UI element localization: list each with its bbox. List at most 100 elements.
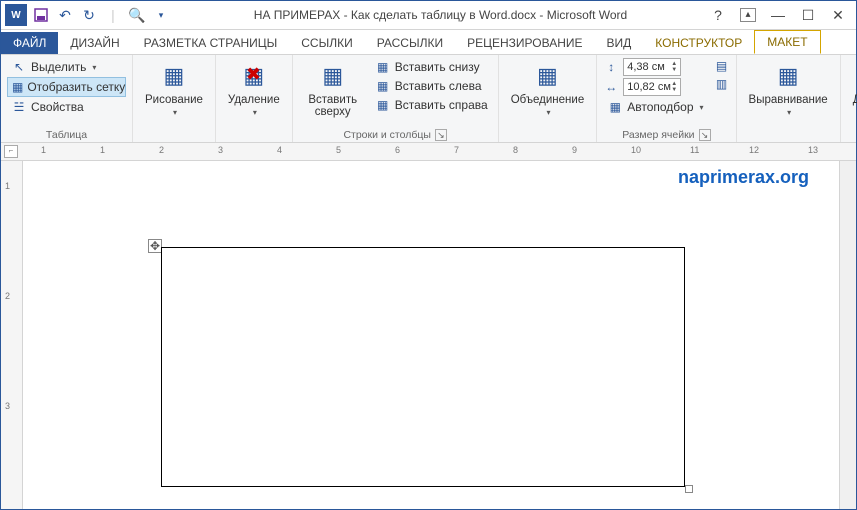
view-gridlines-button[interactable]: ▦ Отобразить сетку — [7, 77, 126, 97]
draw-button[interactable]: ▦ Рисование ▾ — [139, 58, 209, 119]
cursor-icon: ↖ — [11, 59, 27, 75]
group-size-label: Размер ячейки — [622, 129, 694, 141]
insert-left-icon: ▦ — [375, 78, 391, 94]
dialog-launcher-icon[interactable]: ↘ — [699, 129, 711, 141]
chevron-down-icon: ▾ — [546, 108, 550, 117]
ruler-tick: 12 — [749, 145, 759, 155]
insert-below-label: Вставить снизу — [395, 60, 480, 74]
ruler-tick: 11 — [690, 145, 699, 155]
chevron-down-icon: ▾ — [253, 108, 257, 117]
insert-above-button[interactable]: ▦ Вставить сверху — [299, 58, 367, 120]
insert-right-label: Вставить справа — [395, 98, 488, 112]
distribute-rows-icon[interactable]: ▤ — [714, 58, 730, 74]
window-title: НА ПРИМЕРАХ - Как сделать таблицу в Word… — [171, 8, 710, 22]
tab-file[interactable]: ФАЙЛ — [1, 32, 58, 54]
merge-button[interactable]: ▦ Объединение ▾ — [505, 58, 591, 119]
alignment-icon: ▦ — [772, 60, 804, 92]
autofit-button[interactable]: ▦ Автоподбор ▾ — [603, 98, 707, 116]
col-width-icon: ↔ — [603, 79, 619, 95]
undo-icon[interactable]: ↶ — [55, 5, 75, 25]
ruler-tick: 3 — [218, 145, 223, 155]
data-button[interactable]: ▦ Данные ▾ — [847, 58, 857, 119]
save-icon[interactable] — [31, 5, 51, 25]
tab-view[interactable]: ВИД — [595, 32, 644, 54]
width-value: 10,82 см — [627, 81, 671, 93]
tab-design[interactable]: ДИЗАЙН — [58, 32, 131, 54]
insert-below-button[interactable]: ▦ Вставить снизу — [371, 58, 492, 76]
chevron-down-icon: ▾ — [173, 108, 177, 117]
ruler-tick: 9 — [572, 145, 577, 155]
select-button[interactable]: ↖ Выделить ▾ — [7, 58, 126, 76]
group-table: ↖ Выделить ▾ ▦ Отобразить сетку ☱ Свойст… — [1, 55, 133, 142]
ribbon-collapse-icon[interactable]: ▴ — [740, 8, 756, 22]
col-width-input[interactable]: 10,82 см ▲▼ — [623, 78, 681, 96]
insert-left-button[interactable]: ▦ Вставить слева — [371, 77, 492, 95]
ruler-tick: 7 — [454, 145, 459, 155]
alignment-button[interactable]: ▦ Выравнивание ▾ — [743, 58, 834, 119]
ruler-tick: 4 — [277, 145, 282, 155]
qat-more-icon[interactable]: ▾ — [151, 5, 171, 25]
insert-left-label: Вставить слева — [395, 79, 482, 93]
ruler-corner[interactable]: ⌐ — [4, 145, 18, 158]
ruler-tick: 5 — [336, 145, 341, 155]
table-resize-handle[interactable] — [685, 485, 693, 493]
scrollbar-vertical[interactable] — [839, 161, 856, 509]
alignment-label: Выравнивание — [749, 94, 828, 106]
help-icon[interactable]: ? — [710, 7, 726, 23]
insert-below-icon: ▦ — [375, 59, 391, 75]
minimize-button[interactable]: — — [770, 7, 786, 23]
properties-label: Свойства — [31, 100, 84, 114]
ribbon-tabs: ФАЙЛ ДИЗАЙН РАЗМЕТКА СТРАНИЦЫ ССЫЛКИ РАС… — [1, 30, 856, 55]
distribute-cols-icon[interactable]: ▥ — [714, 76, 730, 92]
spin-down-icon[interactable]: ▼ — [671, 67, 677, 73]
group-draw: ▦ Рисование ▾ — [133, 55, 216, 142]
tab-layout-table[interactable]: МАКЕТ — [754, 30, 820, 54]
autofit-icon: ▦ — [607, 99, 623, 115]
ruler-tick: 13 — [808, 145, 818, 155]
row-height-input[interactable]: 4,38 см ▲▼ — [623, 58, 681, 76]
watermark-text: naprimerax.org — [678, 167, 809, 188]
select-label: Выделить — [31, 60, 86, 74]
tab-page-layout[interactable]: РАЗМЕТКА СТРАНИЦЫ — [132, 32, 290, 54]
draw-table-icon: ▦ — [158, 60, 190, 92]
group-merge: ▦ Объединение ▾ — [499, 55, 598, 142]
group-data: ▦ Данные ▾ — [841, 55, 857, 142]
redo-icon[interactable]: ↻ — [79, 5, 99, 25]
ruler-tick: 8 — [513, 145, 518, 155]
tab-constructor[interactable]: КОНСТРУКТОР — [643, 32, 754, 54]
chevron-down-icon: ▾ — [92, 63, 96, 72]
tab-references[interactable]: ССЫЛКИ — [289, 32, 364, 54]
app-icon: W — [5, 4, 27, 26]
group-data-label — [847, 127, 857, 142]
group-delete: ▦✖ Удаление ▾ — [216, 55, 293, 142]
merge-icon: ▦ — [531, 60, 563, 92]
properties-button[interactable]: ☱ Свойства — [7, 98, 126, 116]
delete-button[interactable]: ▦✖ Удаление ▾ — [222, 58, 286, 119]
ruler-tick: 3 — [5, 401, 10, 411]
ruler-vertical[interactable]: 123 — [1, 161, 23, 509]
close-button[interactable]: ✕ — [830, 7, 846, 24]
group-rc-label: Строки и столбцы — [343, 129, 430, 141]
spin-down-icon[interactable]: ▼ — [671, 87, 677, 93]
draw-label: Рисование — [145, 94, 203, 106]
insert-right-icon: ▦ — [375, 97, 391, 113]
dialog-launcher-icon[interactable]: ↘ — [435, 129, 447, 141]
tab-review[interactable]: РЕЦЕНЗИРОВАНИЕ — [455, 32, 594, 54]
qat-divider: | — [103, 5, 123, 25]
group-merge-label — [505, 127, 591, 142]
maximize-button[interactable]: ☐ — [800, 7, 816, 24]
table-cell[interactable] — [161, 247, 685, 487]
group-table-label: Таблица — [7, 127, 126, 142]
merge-label: Объединение — [511, 94, 585, 106]
document-canvas[interactable]: naprimerax.org ✥ — [23, 161, 839, 509]
table-move-handle[interactable]: ✥ — [148, 239, 162, 253]
ruler-tick: 1 — [41, 145, 46, 155]
grid-icon: ▦ — [12, 79, 23, 95]
ruler-horizontal[interactable]: ⌐ 112345678910111213 — [1, 143, 856, 161]
ruler-tick: 1 — [5, 181, 10, 191]
autofit-label: Автоподбор — [627, 100, 693, 114]
zoom-icon[interactable]: 🔍 — [127, 5, 147, 25]
tab-mailings[interactable]: РАССЫЛКИ — [365, 32, 455, 54]
ruler-tick: 10 — [631, 145, 641, 155]
insert-right-button[interactable]: ▦ Вставить справа — [371, 96, 492, 114]
